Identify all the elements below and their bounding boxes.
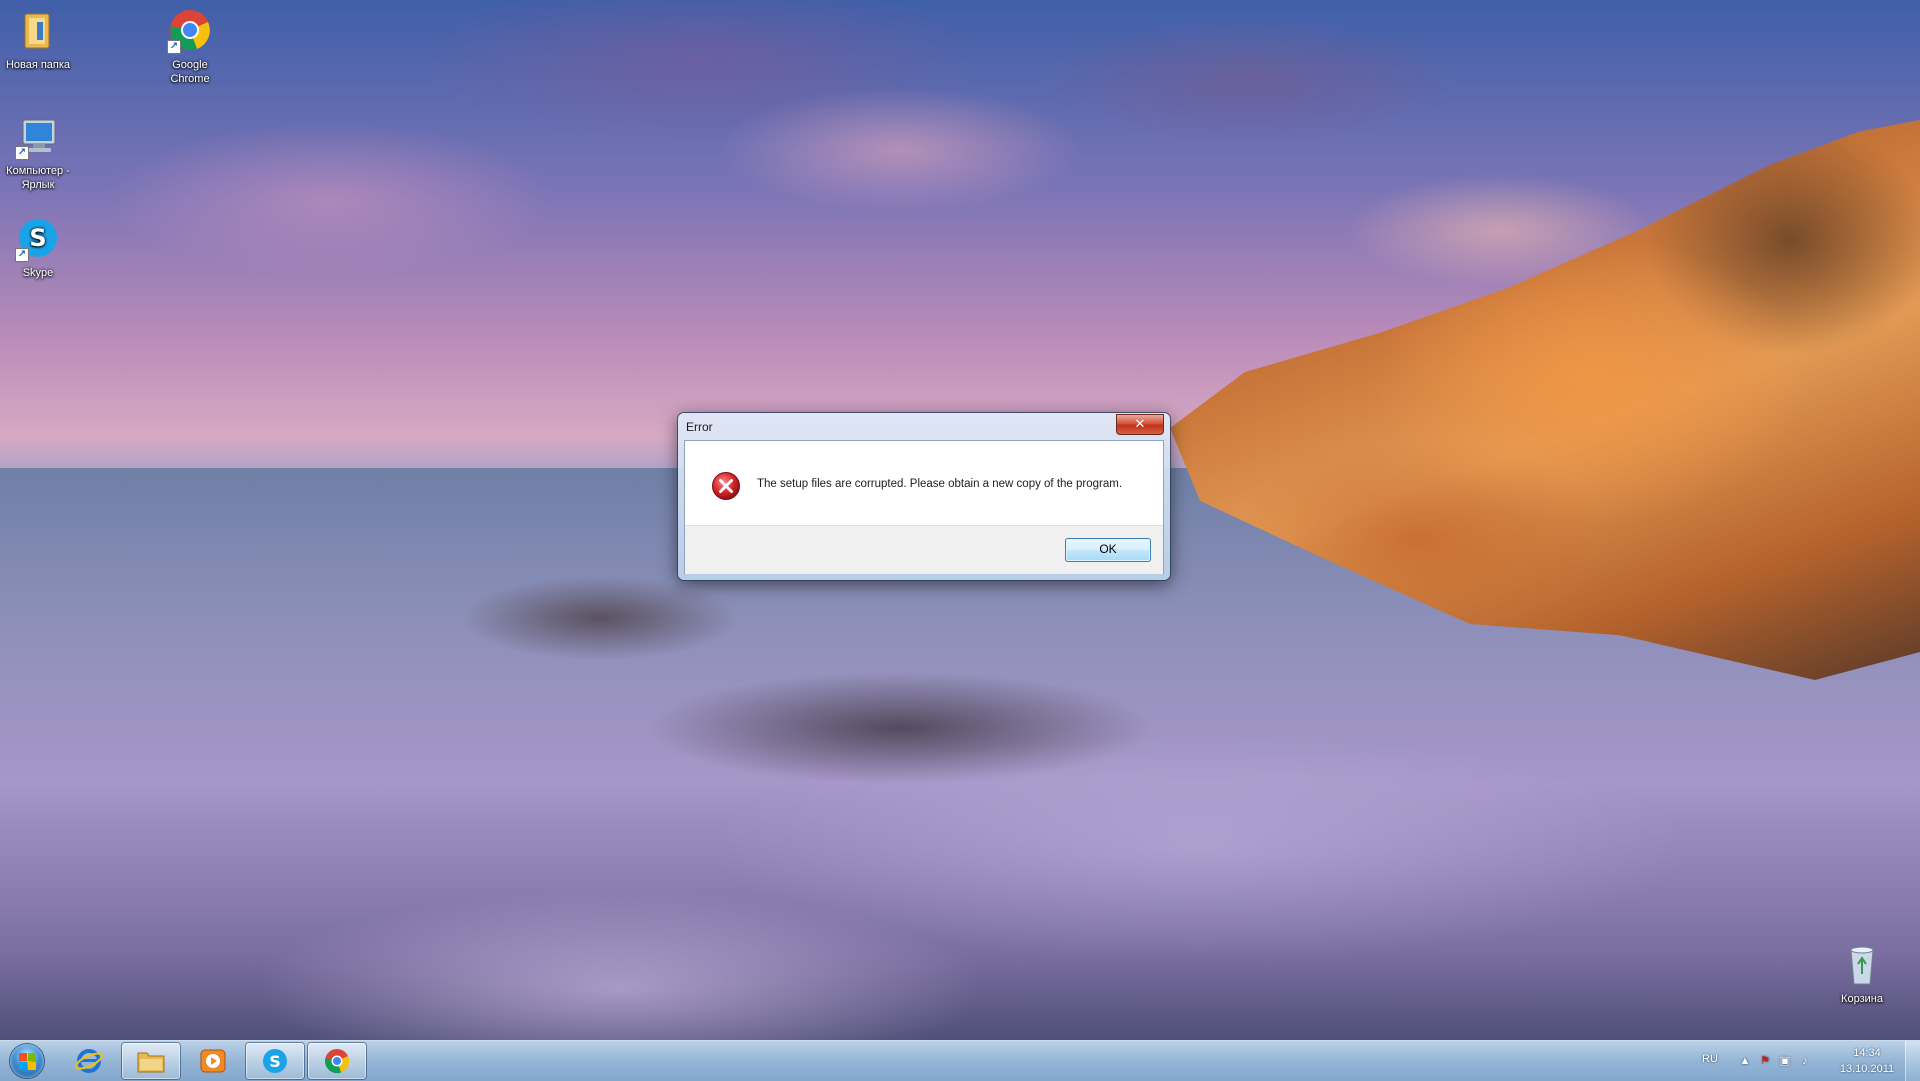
volume-icon[interactable]: ♪ bbox=[1798, 1054, 1812, 1068]
clock-date: 13.10.2011 bbox=[1839, 1063, 1895, 1075]
desktop-icon-google-chrome[interactable]: ↗ Google Chrome bbox=[152, 8, 228, 86]
taskbar-skype[interactable]: S bbox=[246, 1043, 304, 1079]
action-center-flag-icon[interactable]: ⚑ bbox=[1758, 1054, 1772, 1068]
error-icon bbox=[712, 472, 740, 500]
taskbar-google-chrome[interactable] bbox=[308, 1043, 366, 1079]
close-icon: ✕ bbox=[1134, 416, 1146, 431]
desktop-icon-label: Новая папка bbox=[5, 59, 71, 71]
message-area: The setup files are corrupted. Please ob… bbox=[685, 441, 1163, 525]
desktop-icon-label: Google Chrome bbox=[170, 59, 210, 85]
start-button[interactable] bbox=[4, 1042, 50, 1080]
skype-icon: S bbox=[263, 1049, 287, 1073]
taskbar-internet-explorer[interactable] bbox=[60, 1043, 118, 1079]
clock[interactable]: 14:34 13.10.2011 bbox=[1832, 1045, 1902, 1077]
skype-icon: S ↗ bbox=[15, 216, 61, 262]
system-tray: RU ▲ ⚑ ▣ ♪ 14:34 13.10.2011 bbox=[1670, 1041, 1920, 1081]
windows-logo-icon bbox=[10, 1044, 44, 1078]
ie-icon bbox=[75, 1049, 103, 1073]
chrome-icon bbox=[325, 1049, 350, 1074]
desktop[interactable]: Новая папка ↗ Google Chrome ↗ Компьютер … bbox=[0, 0, 1920, 1040]
shortcut-arrow-icon: ↗ bbox=[15, 248, 29, 262]
desktop-icon-label: Компьютер - Ярлык bbox=[6, 165, 70, 191]
button-area: OK bbox=[685, 525, 1163, 574]
chrome-icon: ↗ bbox=[167, 8, 213, 54]
desktop-icon-skype[interactable]: S ↗ Skype bbox=[0, 216, 76, 280]
clock-time: 14:34 bbox=[1853, 1047, 1881, 1059]
error-message: The setup files are corrupted. Please ob… bbox=[757, 478, 1123, 490]
dialog-client-area: The setup files are corrupted. Please ob… bbox=[684, 440, 1164, 574]
recycle-bin-icon bbox=[1839, 942, 1885, 988]
show-desktop-button[interactable] bbox=[1905, 1041, 1920, 1081]
close-button[interactable]: ✕ bbox=[1116, 414, 1164, 435]
shortcut-arrow-icon: ↗ bbox=[15, 146, 29, 160]
media-player-icon bbox=[200, 1049, 226, 1073]
desktop-icon-label: Skype bbox=[22, 267, 54, 279]
desktop-icon-computer-shortcut[interactable]: ↗ Компьютер - Ярлык bbox=[0, 114, 76, 192]
network-icon[interactable]: ▣ bbox=[1778, 1054, 1792, 1068]
taskbar: S RU ▲ ⚑ ▣ ♪ 14:34 13.10.2011 bbox=[0, 1040, 1920, 1081]
computer-icon: ↗ bbox=[15, 114, 61, 160]
folder-icon bbox=[137, 1052, 165, 1073]
ok-button[interactable]: OK bbox=[1065, 538, 1151, 562]
desktop-icon-label: Корзина bbox=[1841, 993, 1883, 1005]
taskbar-media-player[interactable] bbox=[184, 1043, 242, 1079]
language-indicator[interactable]: RU bbox=[1702, 1053, 1718, 1065]
taskbar-windows-explorer[interactable] bbox=[122, 1043, 180, 1079]
desktop-icon-new-folder[interactable]: Новая папка bbox=[0, 8, 76, 72]
svg-text:S: S bbox=[269, 1052, 281, 1071]
shortcut-arrow-icon: ↗ bbox=[167, 40, 181, 54]
folder-icon bbox=[15, 8, 61, 54]
desktop-icon-recycle-bin[interactable]: Корзина bbox=[1824, 942, 1900, 1006]
show-hidden-icons-icon[interactable]: ▲ bbox=[1738, 1054, 1752, 1068]
error-dialog[interactable]: Error ✕ The setup files are corrupted. P… bbox=[678, 413, 1170, 580]
dialog-title: Error bbox=[686, 420, 713, 434]
svg-text:S: S bbox=[29, 224, 46, 252]
